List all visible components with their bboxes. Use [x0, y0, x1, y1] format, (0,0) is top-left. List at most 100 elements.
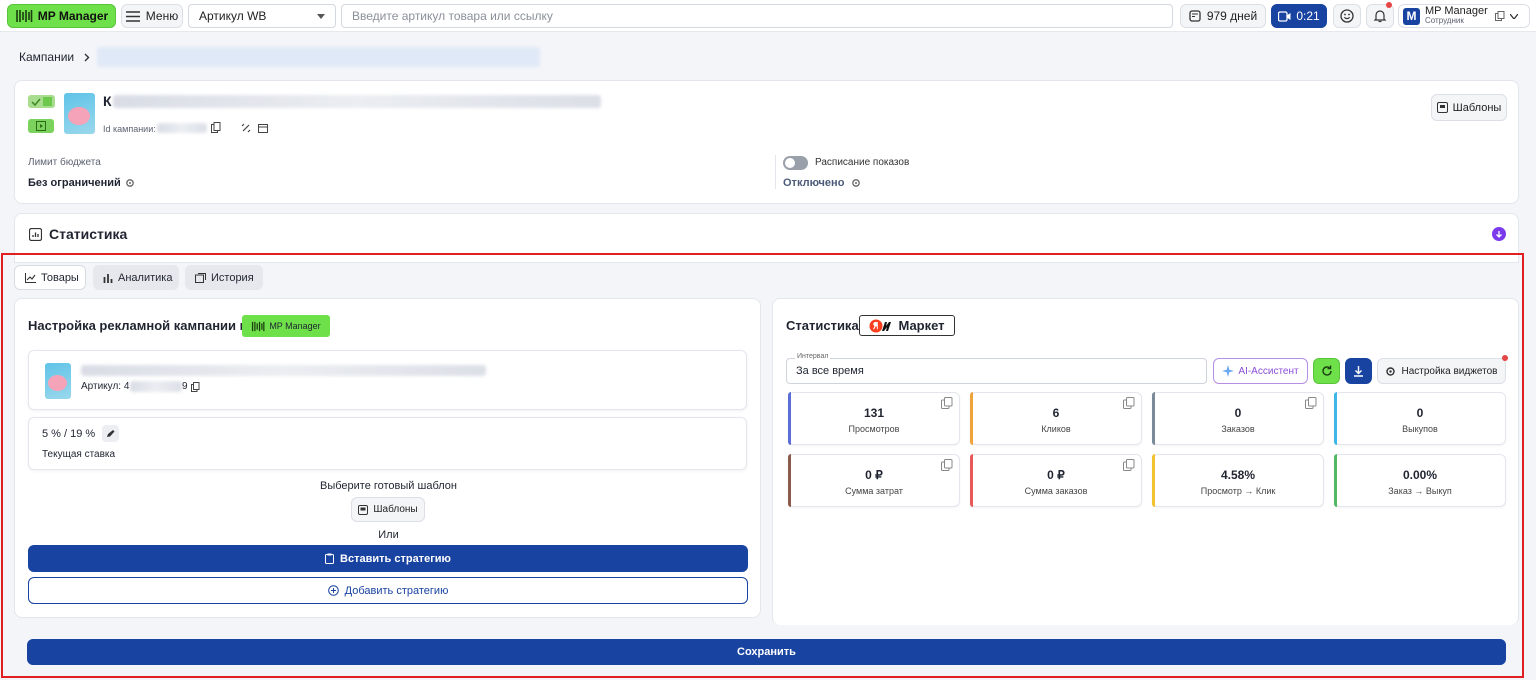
metric-value: 0 [1234, 406, 1242, 420]
metric-card: 0 Выкупов [1334, 392, 1506, 445]
schedule-toggle[interactable] [783, 156, 808, 170]
template-icon [1436, 102, 1448, 113]
save-button[interactable]: Сохранить [27, 639, 1506, 665]
edit-icon[interactable] [102, 425, 119, 442]
calendar-icon[interactable] [258, 123, 268, 133]
metric-label: Выкупов [1402, 424, 1438, 434]
download-button[interactable] [1345, 358, 1372, 384]
user-name: MP Manager [1425, 5, 1488, 17]
metric-label: Сумма затрат [845, 486, 903, 496]
avatar: M [1403, 7, 1420, 25]
tab-analytics[interactable]: Аналитика [93, 265, 179, 290]
metric-label: Кликов [1041, 424, 1071, 434]
clipboard-icon [325, 553, 335, 564]
product-thumbnail [45, 363, 71, 399]
gear-icon [1385, 366, 1396, 377]
line-chart-icon [25, 272, 36, 283]
hamburger-icon [125, 10, 140, 22]
check-icon [31, 98, 41, 106]
arrow-down-icon[interactable] [1492, 227, 1506, 241]
download-icon [1353, 365, 1364, 377]
gear-icon[interactable] [851, 178, 861, 188]
insert-strategy-button[interactable]: Вставить стратегию [28, 545, 748, 572]
ai-assistant-label: AI-Ассистент [1238, 365, 1299, 377]
mp-manager-badge: MP Manager [242, 315, 330, 337]
add-strategy-button[interactable]: Добавить стратегию [28, 577, 748, 604]
article-suffix: 9 [182, 381, 188, 392]
menu-button[interactable]: Меню [121, 4, 183, 28]
metric-value: 0 ₽ [1047, 468, 1065, 482]
barcode-icon [251, 321, 265, 332]
copy-icon[interactable] [1123, 397, 1135, 409]
rate-value: 5 % / 19 % [42, 428, 96, 440]
logo-label: MP Manager [37, 9, 109, 23]
rate-card: 5 % / 19 % Текущая ставка [28, 417, 747, 470]
tab-products[interactable]: Товары [14, 265, 86, 290]
metric-value: 0 ₽ [865, 468, 883, 482]
yandex-market-logo-icon [869, 319, 895, 333]
menu-label: Меню [145, 9, 179, 23]
chevron-right-icon [84, 53, 90, 62]
copy-icon[interactable] [1123, 459, 1135, 471]
copy-icon[interactable] [191, 382, 200, 392]
choose-template-label: Выберите готовый шаблон [319, 480, 457, 492]
template-icon [358, 504, 369, 515]
campaign-name-blurred [113, 95, 601, 108]
product-thumbnail [64, 93, 95, 134]
budget-label: Лимит бюджета [28, 157, 101, 168]
templates-label: Шаблоны [1452, 101, 1502, 114]
barcode-icon [15, 9, 33, 23]
copy-icon[interactable] [1305, 397, 1317, 409]
or-label: Или [378, 529, 399, 541]
metric-card: 0 ₽ Сумма затрат [788, 454, 960, 507]
widget-settings-button[interactable]: Настройка виджетов [1377, 355, 1508, 384]
statistics-panel: Статистика Маркет Интервал За все время … [772, 298, 1519, 625]
interval-select[interactable]: Интервал За все время [786, 353, 1207, 384]
templates-button-secondary[interactable]: Шаблоны [351, 497, 425, 522]
search-type-select[interactable]: Артикул WB [188, 4, 336, 28]
ai-assistant-button[interactable]: AI-Ассистент [1213, 358, 1308, 384]
gear-icon[interactable] [125, 178, 135, 188]
copy-icon[interactable] [211, 122, 221, 133]
copy-icon[interactable] [941, 459, 953, 471]
breadcrumb-root[interactable]: Кампании [19, 50, 74, 64]
top-bar: MP Manager Меню Артикул WB Введите артик… [0, 0, 1536, 32]
subscription-days-button[interactable]: 979 дней [1180, 4, 1266, 28]
tab-history[interactable]: История [185, 265, 263, 290]
rate-label: Текущая ставка [42, 449, 116, 460]
user-menu-button[interactable]: M MP Manager Сотрудник [1398, 4, 1530, 28]
add-strategy-label: Добавить стратегию [344, 584, 449, 597]
metric-card: 6 Кликов [970, 392, 1142, 445]
divider [775, 155, 776, 189]
smile-button[interactable] [1333, 4, 1361, 28]
video-timer-button[interactable]: 0:21 [1271, 4, 1327, 28]
refresh-button[interactable] [1313, 358, 1340, 384]
bell-icon [1373, 9, 1387, 23]
campaign-id-label: Id кампании: [103, 124, 156, 134]
link-off-icon[interactable] [241, 123, 251, 133]
templates-button[interactable]: Шаблоны [1431, 94, 1507, 121]
metric-card: 0 ₽ Сумма заказов [970, 454, 1142, 507]
schedule-value: Отключено [783, 177, 845, 189]
tab-analytics-label: Аналитика [118, 271, 173, 284]
metric-label: Заказов [1221, 424, 1255, 434]
tab-history-label: История [211, 271, 254, 284]
notifications-button[interactable] [1366, 2, 1394, 28]
tab-products-label: Товары [41, 271, 79, 284]
copy-icon[interactable] [941, 397, 953, 409]
search-input[interactable]: Введите артикул товара или ссылку [341, 4, 1173, 28]
metric-label: Просмотров [848, 424, 900, 434]
logo-button[interactable]: MP Manager [7, 4, 116, 28]
metric-value: 0 [1416, 406, 1424, 420]
insert-strategy-label: Вставить стратегию [340, 552, 451, 565]
calendar-icon [1189, 10, 1201, 22]
search-type-value: Артикул WB [199, 9, 267, 23]
breadcrumb: Кампании [19, 50, 90, 64]
metric-card: 131 Просмотров [788, 392, 960, 445]
days-label: 979 дней [1206, 9, 1258, 23]
product-card: Артикул: 4 9 [28, 350, 747, 410]
smile-icon [1340, 9, 1354, 23]
interval-value: За все время [796, 365, 864, 377]
timer-label: 0:21 [1296, 9, 1320, 23]
campaign-status-toggle[interactable] [28, 95, 55, 108]
